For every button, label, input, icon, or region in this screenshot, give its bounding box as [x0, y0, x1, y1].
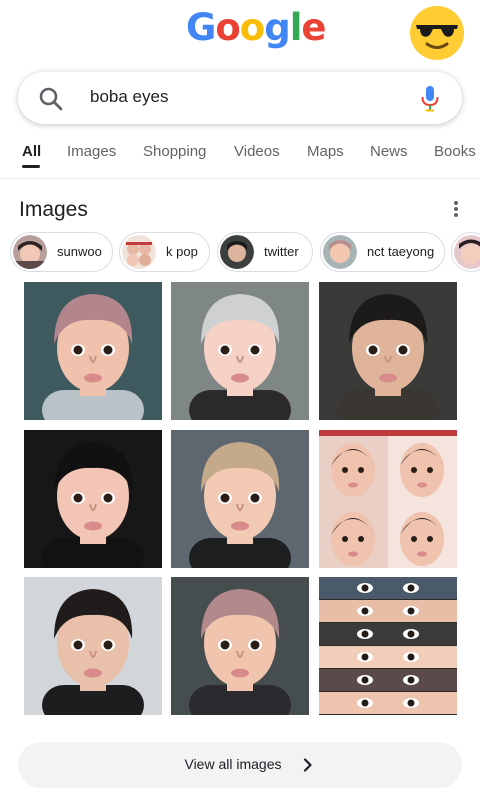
header: Google	[0, 0, 480, 62]
image-result-picture	[319, 430, 457, 568]
suggestion-chip-twitter[interactable]: twitter	[217, 232, 313, 272]
suggestion-chip-k-pop[interactable]: k pop	[119, 232, 210, 272]
suggestion-chip-nct-taeyong[interactable]: nct taeyong	[320, 232, 445, 272]
tab-maps[interactable]: Maps	[307, 143, 344, 160]
logo-letter: o	[215, 6, 240, 49]
image-result-picture	[171, 282, 309, 420]
tab-shopping[interactable]: Shopping	[143, 143, 206, 160]
image-result-thumbnail[interactable]	[24, 282, 162, 420]
image-result-thumbnail[interactable]	[171, 577, 309, 715]
image-result-picture	[171, 430, 309, 568]
image-result-thumbnail[interactable]	[24, 430, 162, 568]
logo-letter: e	[301, 6, 326, 49]
view-all-label: View all images	[184, 756, 282, 772]
chip-thumbnail	[454, 235, 480, 269]
chevron-right-icon	[303, 758, 312, 772]
chip-thumbnail	[122, 235, 156, 269]
image-result-picture	[24, 282, 162, 420]
tab-all[interactable]: All	[22, 143, 41, 160]
image-result-picture	[319, 282, 457, 420]
sunglasses-emoji-icon[interactable]	[410, 6, 464, 60]
tab-videos[interactable]: Videos	[234, 143, 280, 160]
more-vert-icon[interactable]	[447, 199, 465, 221]
chip-thumbnail	[323, 235, 357, 269]
logo-letter: g	[264, 6, 290, 49]
suggestion-chip-sunwoo[interactable]: sunwoo	[10, 232, 113, 272]
image-result-thumbnail[interactable]	[319, 577, 457, 715]
image-result-thumbnail[interactable]	[171, 430, 309, 568]
logo-letter: l	[289, 6, 303, 49]
image-result-thumbnail[interactable]	[24, 577, 162, 715]
active-tab-indicator	[22, 165, 40, 168]
chip-thumbnail	[13, 235, 47, 269]
tab-images[interactable]: Images	[67, 143, 116, 160]
view-all-images-button[interactable]: View all images	[18, 742, 462, 788]
chip-label: nct taeyong	[367, 244, 435, 259]
chip-label: twitter	[264, 244, 299, 259]
search-tabs: All Images Shopping Videos Maps News Boo…	[0, 143, 480, 179]
image-result-thumbnail[interactable]	[319, 430, 457, 568]
tab-news[interactable]: News	[370, 143, 408, 160]
tab-books[interactable]: Books	[434, 143, 476, 160]
google-logo[interactable]: Google	[186, 6, 327, 49]
image-result-thumbnail[interactable]	[319, 282, 457, 420]
search-bar[interactable]: boba eyes	[18, 72, 462, 124]
logo-letter: o	[239, 6, 265, 49]
chip-thumbnail	[220, 235, 254, 269]
image-result-picture	[319, 577, 457, 715]
images-section-title: Images	[19, 198, 88, 221]
chip-label: sunwoo	[57, 244, 102, 259]
image-result-picture	[24, 430, 162, 568]
microphone-icon[interactable]	[420, 85, 440, 113]
image-result-thumbnail[interactable]	[171, 282, 309, 420]
chip-label: k pop	[166, 244, 198, 259]
suggestion-chip[interactable]	[451, 232, 480, 272]
logo-letter: G	[186, 6, 216, 49]
search-icon[interactable]	[38, 86, 64, 112]
image-result-picture	[171, 577, 309, 715]
image-result-picture	[24, 577, 162, 715]
search-input[interactable]: boba eyes	[90, 87, 168, 107]
